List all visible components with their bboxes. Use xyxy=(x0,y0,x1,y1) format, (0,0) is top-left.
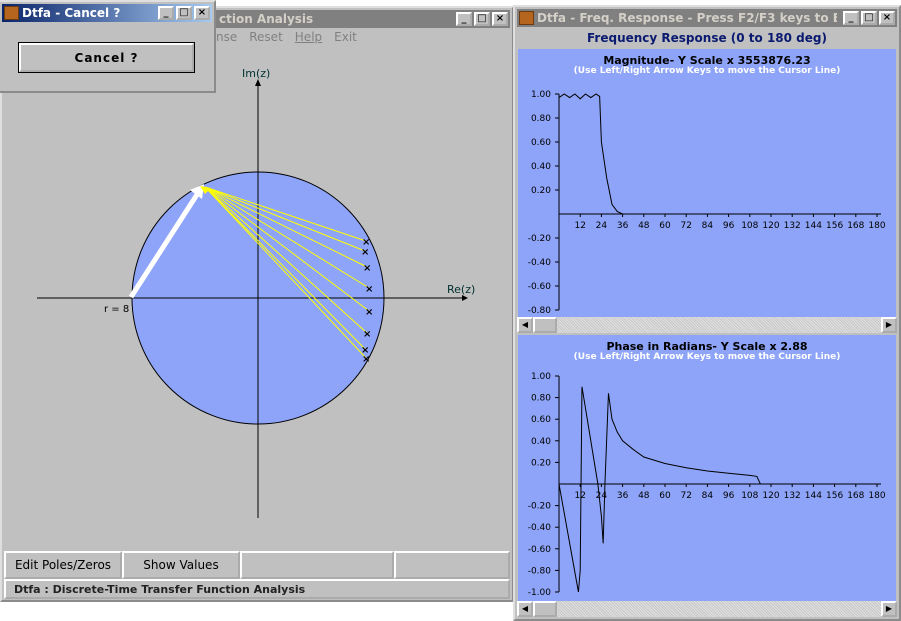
x-tick-label: 12 xyxy=(574,491,585,501)
cancel-title-bar[interactable]: Dtfa - Cancel ? _ □ × xyxy=(2,4,212,22)
x-tick-label: 24 xyxy=(596,221,608,231)
pole-marker: × xyxy=(363,329,371,340)
y-tick-label: 1.00 xyxy=(531,90,551,100)
freq-title-bar[interactable]: Dtfa - Freq. Response - Press F2/F3 keys… xyxy=(517,9,897,27)
y-tick-label: 0.60 xyxy=(531,138,551,148)
x-tick-label: 180 xyxy=(868,491,885,501)
y-tick-label: 0.20 xyxy=(531,186,551,196)
x-tick-label: 168 xyxy=(847,221,864,231)
y-tick-label: 0.80 xyxy=(531,114,551,124)
y-tick-label: 0.60 xyxy=(531,415,551,425)
x-tick-label: 168 xyxy=(847,491,864,501)
x-tick-label: 120 xyxy=(762,221,779,231)
y-tick-label: 0.40 xyxy=(531,162,551,172)
x-tick-label: 84 xyxy=(702,491,714,501)
pole-marker: × xyxy=(365,307,373,318)
show-values-button[interactable]: Show Values xyxy=(122,551,240,579)
minimize-button[interactable]: _ xyxy=(843,11,859,25)
phase-chart: 12 24 36 48 60 72 84 96 108 120 132 144 156 168 180 1.0… xyxy=(528,372,886,598)
y-tick-label: -0.20 xyxy=(528,234,552,244)
freq-heading: Frequency Response (0 to 180 deg) xyxy=(587,31,827,45)
status-bar: Dtfa : Discrete-Time Transfer Function A… xyxy=(4,579,510,599)
maximize-button[interactable]: □ xyxy=(861,11,877,25)
cancel-title: Dtfa - Cancel ? xyxy=(22,6,121,20)
app-icon xyxy=(4,6,19,20)
y-tick-label: -0.40 xyxy=(528,523,552,533)
re-axis-label: Re(z) xyxy=(447,283,475,296)
series-line xyxy=(558,93,877,215)
im-axis-label: Im(z) xyxy=(242,67,270,80)
edit-poles-zeros-button[interactable]: Edit Poles/Zeros xyxy=(4,551,122,579)
cancel-dialog: Dtfa - Cancel ? _ □ × Cancel ? xyxy=(0,0,216,93)
y-tick-label: -0.20 xyxy=(528,502,552,512)
x-tick-label: 60 xyxy=(659,221,671,231)
cancel-button[interactable]: Cancel ? xyxy=(18,42,195,73)
x-tick-label: 72 xyxy=(680,221,691,231)
y-tick-label: -0.80 xyxy=(528,306,552,316)
y-tick-label: 0.40 xyxy=(531,437,551,447)
pole-marker: × xyxy=(362,354,370,365)
radius-label: r = 8 xyxy=(104,304,129,315)
y-tick-label: -1.00 xyxy=(528,588,552,598)
x-tick-label: 120 xyxy=(762,491,779,501)
y-tick-label: 0.20 xyxy=(531,458,551,468)
minimize-button[interactable]: _ xyxy=(158,6,174,20)
y-tick-label: -0.80 xyxy=(528,566,552,576)
freq-title: Dtfa - Freq. Response - Press F2/F3 keys… xyxy=(537,11,837,25)
magnitude-scrollbar[interactable]: ◀ ▶ xyxy=(517,317,897,333)
magnitude-panel: Magnitude- Y Scale x 3553876.23 (Use Lef… xyxy=(518,49,896,317)
app-icon xyxy=(519,11,534,25)
x-tick-label: 96 xyxy=(723,491,735,501)
series-line xyxy=(558,386,877,593)
phase-panel: Phase in Radians- Y Scale x 2.88 (Use Le… xyxy=(518,335,896,601)
x-tick-label: 48 xyxy=(638,221,650,231)
x-tick-label: 60 xyxy=(659,491,671,501)
close-button[interactable]: × xyxy=(879,11,895,25)
blank-button-2[interactable] xyxy=(394,551,510,579)
y-tick-label: 0.80 xyxy=(531,394,551,404)
x-tick-label: 108 xyxy=(741,221,758,231)
x-tick-label: 132 xyxy=(784,491,801,501)
x-tick-label: 48 xyxy=(638,491,650,501)
x-tick-label: 84 xyxy=(702,221,714,231)
pole-marker: × xyxy=(363,263,371,274)
y-tick-label: -0.60 xyxy=(528,545,552,555)
y-tick-label: -0.60 xyxy=(528,282,552,292)
maximize-button[interactable]: □ xyxy=(176,6,192,20)
x-tick-label: 108 xyxy=(741,491,758,501)
pole-marker: × xyxy=(365,284,373,295)
x-tick-label: 12 xyxy=(574,221,585,231)
y-tick-label: -0.40 xyxy=(528,258,552,268)
x-tick-label: 180 xyxy=(868,221,885,231)
x-tick-label: 72 xyxy=(680,491,691,501)
close-button[interactable]: × xyxy=(194,6,210,20)
x-tick-label: 144 xyxy=(805,221,822,231)
phase-scrollbar[interactable]: ◀ ▶ xyxy=(517,601,897,617)
x-tick-label: 132 xyxy=(784,221,801,231)
x-tick-label: 36 xyxy=(617,221,629,231)
x-tick-label: 96 xyxy=(723,221,735,231)
main-window: ction Analysis _ □ × nse Reset Help Exit ×… xyxy=(0,6,514,602)
freq-window: Dtfa - Freq. Response - Press F2/F3 keys… xyxy=(513,5,901,621)
x-tick-label: 144 xyxy=(805,491,822,501)
pole-marker: × xyxy=(361,247,369,258)
blank-button-1[interactable] xyxy=(240,551,394,579)
x-tick-label: 24 xyxy=(596,491,608,501)
x-tick-label: 156 xyxy=(826,221,843,231)
y-tick-label: 1.00 xyxy=(531,372,551,382)
x-tick-label: 156 xyxy=(826,491,843,501)
magnitude-chart: 12 24 36 48 60 72 84 96 108 120 132 144 156 168 180 1.0… xyxy=(528,90,886,316)
x-tick-label: 36 xyxy=(617,491,629,501)
